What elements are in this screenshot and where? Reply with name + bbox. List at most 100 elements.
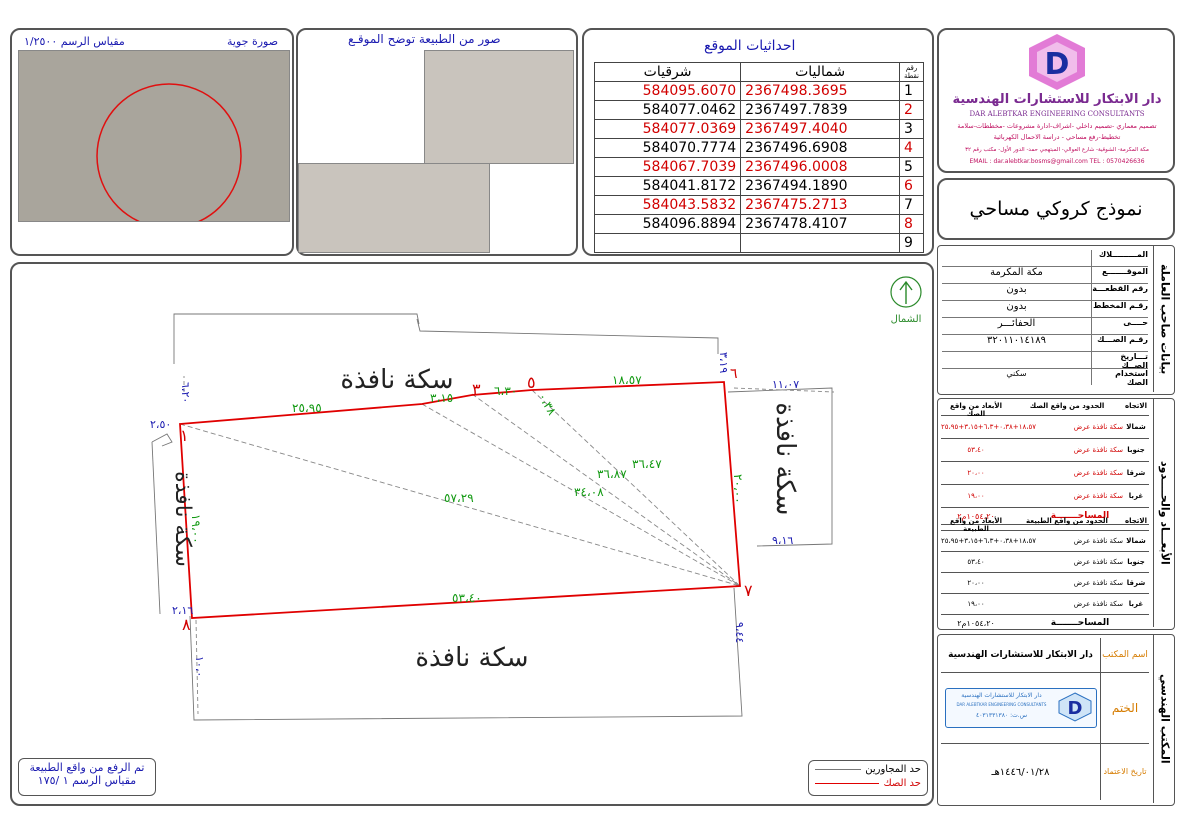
nature-dims: ١٩،٠٠ <box>967 600 985 608</box>
table-row: 584043.5832 2367475.2713 7 <box>593 195 924 215</box>
stamp-number: س.ت: ٤٠٣١٣٣١٣٨٠ <box>975 712 1028 719</box>
legend-deed-line <box>815 783 880 784</box>
north-value: 2367478.4107 <box>740 214 901 234</box>
diagonal-1-7 <box>179 423 741 587</box>
legend-deed-label: حد الصك <box>883 778 921 789</box>
owner-label: استخدام الصك <box>1091 369 1148 387</box>
stamp-name: دار الابتكار للاستشارات الهندسية <box>961 692 1042 699</box>
owner-row: بدون رقم القطعـــة <box>942 284 1148 301</box>
survey-note: تم الرفع من واقع الطبيعة <box>29 761 145 774</box>
point-number: 6 <box>899 176 924 196</box>
east-value: 584067.7039 <box>593 157 742 177</box>
width-s: ٩،٤٤ <box>733 622 746 643</box>
owner-label: تـــاريخ الصــك <box>1091 352 1148 370</box>
coordinates-header-row: شرقيات شماليات رقم نقطة <box>593 62 924 82</box>
nature-area-label: المساحـــــــة <box>1050 618 1110 628</box>
edge-east: ٢٠،٠٠ <box>731 474 745 504</box>
company-contact: EMAIL : dar.alebtkar.bosms@gmail.com TEL… <box>969 158 1145 165</box>
east-value: 584095.6070 <box>593 81 742 101</box>
north-value: 2367497.7839 <box>740 100 901 120</box>
edge-dimensions: ٢٥،٩٥ ٣،١٥ ٦،٣٠ ٠،٣٨ ١٨،٥٧ ٢٠،٠٠ ٥٣،٤٠ ١… <box>189 373 745 605</box>
owner-row: تـــاريخ الصــك <box>942 352 1148 370</box>
point-number: 4 <box>899 138 924 158</box>
north-value: 2367494.1890 <box>740 176 901 196</box>
deed-dir: غربا <box>1128 492 1144 500</box>
stamp-box: D دار الابتكار للاستشارات الهندسية DAR A… <box>944 688 1097 728</box>
north-arrow-icon <box>890 276 922 308</box>
site-photos-panel: صور من الطبيعة توضح الموقـع <box>296 28 578 256</box>
nature-dir-header: الاتجاه <box>1124 517 1148 525</box>
office-date-row: ١٤٤٦/٠١/٢٨هـ تاريخ الاعتماد <box>941 744 1149 800</box>
owner-row: الحفائـــر حــــى <box>942 318 1148 335</box>
diagonal-5-7 <box>531 389 741 587</box>
point-5: ٥ <box>527 373 536 392</box>
owner-value: بدون <box>1006 301 1027 312</box>
street-east: سكة نافذة <box>770 402 800 515</box>
nature-bound: سكة نافذة عرض <box>1073 537 1123 545</box>
point-number: 7 <box>899 195 924 215</box>
nature-dims-header: الأبعاد من واقع الطبيعة <box>949 517 1003 533</box>
diagonal-2: ٣٤،٠٨ <box>574 485 604 499</box>
point-number: 1 <box>899 81 924 101</box>
owner-value: الحفائـــر <box>997 318 1036 329</box>
site-photo-1 <box>424 50 574 164</box>
office-name-value: دار الابتكار للاستشارات الهندسية <box>948 650 1093 660</box>
nature-bound: سكة نافذة عرض <box>1073 600 1123 608</box>
nature-dims: ٥٣،٤٠ <box>967 558 985 566</box>
point-6: ٦ <box>730 366 738 382</box>
owner-row: المـــــــــلاك <box>942 250 1148 267</box>
north-value: 2367475.2713 <box>740 195 901 215</box>
nature-area-row: ١٠٥٤،٢٠م٢ المساحـــــــة <box>941 615 1149 631</box>
width-e: ١١،٠٧ <box>772 378 799 391</box>
neighbor-line-west <box>151 433 173 447</box>
coordinates-panel: احداثيات الموقع شرقيات شماليات رقم نقطة … <box>582 28 934 256</box>
owner-value: سكني <box>1006 369 1027 378</box>
diagonal-lines <box>179 389 741 587</box>
deed-row: ٢٠،٠٠ سكة نافذة عرض شرقا <box>941 462 1149 485</box>
legend-neighbors: حد المجاورين <box>815 764 921 775</box>
form-title-panel: نموذج كروكي مساحي <box>937 178 1175 240</box>
deed-bound-header: الحدود من واقع الصك <box>1029 402 1105 410</box>
table-row: 584067.7039 2367496.0008 5 <box>593 157 924 177</box>
owner-label: الموقـــــــع <box>1091 267 1148 283</box>
aerial-photo-title: صورة جوية <box>227 35 279 48</box>
east-value: 584043.5832 <box>593 195 742 215</box>
east-value <box>593 233 742 253</box>
east-value: 584096.8894 <box>593 214 742 234</box>
deed-dir: جنوبا <box>1127 446 1145 454</box>
bounds-panel: الأبعـــاد والحــــدود الأبعاد من واقع ا… <box>937 398 1175 630</box>
form-title: نموذج كروكي مساحي <box>969 198 1143 220</box>
nature-dir: شمالا <box>1126 537 1146 545</box>
nature-dims: ٢٠،٠٠ <box>967 579 985 587</box>
deed-dims: ٥٣،٤٠ <box>967 446 985 454</box>
company-address: مكة المكرمة- الشوقية- شارع العوالي- المب… <box>965 147 1149 153</box>
deed-dir-header: الاتجاه <box>1124 402 1148 410</box>
owner-value <box>942 352 1091 368</box>
office-name-row: دار الابتكار للاستشارات الهندسية اسم الم… <box>941 638 1149 673</box>
owner-label: حــــى <box>1091 318 1148 334</box>
aerial-photo-panel: صورة جوية مقياس الرسم ١/٢٥٠٠ <box>10 28 294 256</box>
point-number: 8 <box>899 214 924 234</box>
deed-bound: سكة نافذة عرض <box>1073 469 1123 477</box>
deed-row: ١٩،٠٠ سكة نافذة عرض غربا <box>941 485 1149 508</box>
east-value: 584070.7774 <box>593 138 742 158</box>
edge-north-5: ١٨،٥٧ <box>612 373 642 387</box>
table-row: 584077.0369 2367497.4040 3 <box>593 119 924 139</box>
nature-area-value: ١٠٥٤،٢٠م٢ <box>957 618 995 628</box>
office-panel: المكتب الهندسي دار الابتكار للاستشارات ا… <box>937 634 1175 806</box>
edge-south: ٥٣،٤٠ <box>452 591 482 605</box>
owner-value: ٣٢٠١١٠١٤١٨٩ <box>986 335 1047 346</box>
nature-dir: جنوبا <box>1127 558 1145 566</box>
edge-west: ١٩،٠٠ <box>189 514 203 544</box>
north-label: الشمال <box>891 314 922 325</box>
neighbor-line-north <box>173 313 420 364</box>
office-rows: دار الابتكار للاستشارات الهندسية اسم الم… <box>941 638 1149 802</box>
width-ne: ٣،١٩ <box>717 352 730 373</box>
svg-text:D: D <box>1067 698 1082 719</box>
street-widths: ٦،٢٠ ٢،٥٠ ٣،١٩ ١١،٠٧ ٩،١٦ ٢،١٦ ٩،٤٤ ١٠،٠ <box>150 352 799 677</box>
point-number: 2 <box>899 100 924 120</box>
deed-dims-header: الأبعاد من واقع الصك <box>949 402 1003 418</box>
owner-row: سكني استخدام الصك <box>942 369 1148 387</box>
aerial-image <box>18 50 290 229</box>
company-name-en: DAR ALEBTKAR ENGINEERING CONSULTANTS <box>969 110 1145 118</box>
